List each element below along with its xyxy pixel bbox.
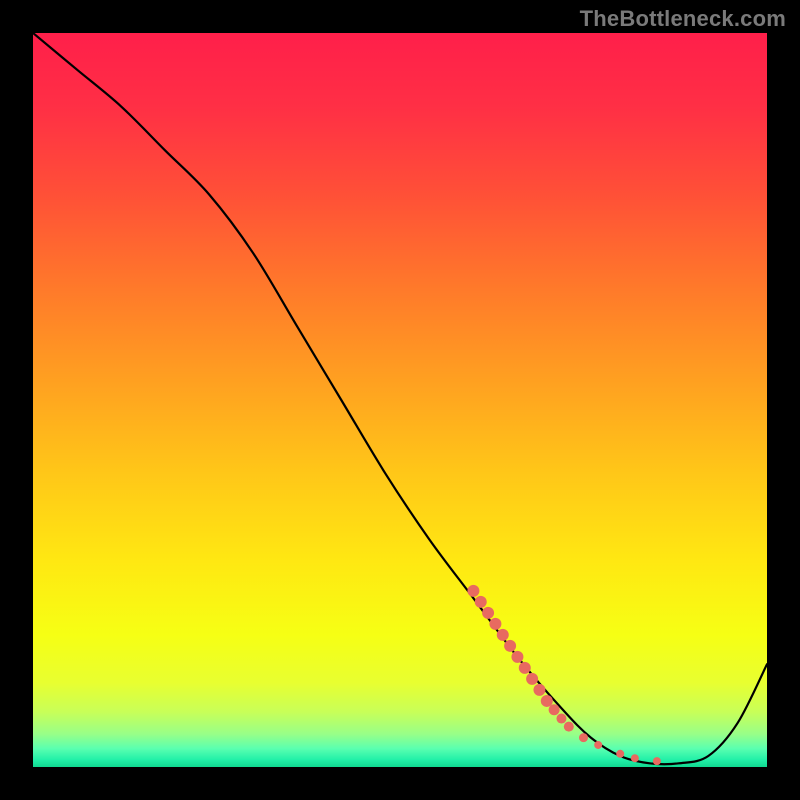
highlight-dot — [519, 662, 531, 674]
highlight-dot — [475, 596, 487, 608]
highlight-dot — [579, 733, 588, 742]
highlight-dot — [564, 722, 574, 732]
highlight-dot — [504, 640, 516, 652]
highlight-dot — [616, 750, 624, 758]
highlight-dots — [33, 33, 767, 767]
highlight-dot — [549, 704, 560, 715]
highlight-dot — [526, 673, 538, 685]
highlight-dot — [653, 757, 661, 765]
highlight-dot — [489, 618, 501, 630]
highlight-dot — [541, 695, 553, 707]
plot-area — [33, 33, 767, 767]
watermark-text: TheBottleneck.com — [580, 6, 786, 32]
highlight-dot — [556, 714, 566, 724]
highlight-dot — [594, 741, 602, 749]
highlight-dot — [533, 684, 545, 696]
highlight-dot — [467, 585, 479, 597]
highlight-dot — [497, 629, 509, 641]
highlight-dot — [511, 651, 523, 663]
highlight-dot — [631, 754, 639, 762]
chart-frame: TheBottleneck.com — [0, 0, 800, 800]
highlight-dot — [482, 607, 494, 619]
